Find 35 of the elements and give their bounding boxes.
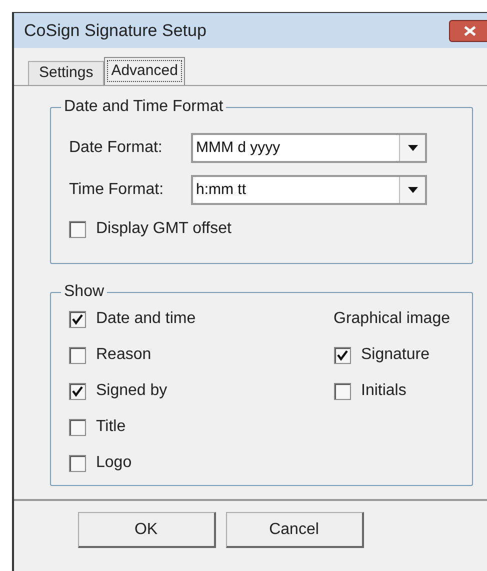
checkbox-label: Initials xyxy=(361,381,406,401)
checkbox[interactable] xyxy=(69,454,86,472)
checkbox-label: Signed by xyxy=(96,381,168,401)
dialog-button[interactable]: Cancel xyxy=(226,512,364,548)
checkbox[interactable] xyxy=(334,346,351,364)
checkbox-label: Date and time xyxy=(96,309,196,329)
checkbox[interactable] xyxy=(69,418,86,436)
checkbox[interactable] xyxy=(69,310,86,328)
checkmark-icon xyxy=(337,350,348,360)
checkbox-label: Title xyxy=(96,417,126,437)
field-label: Date Format: xyxy=(69,138,164,158)
dropdown-value: MMM d yyyy xyxy=(195,138,282,158)
dropdown-arrow-icon xyxy=(408,187,418,193)
dialog-button[interactable]: OK xyxy=(78,512,216,548)
checkbox[interactable] xyxy=(69,346,86,364)
checkbox-label: Signature xyxy=(361,345,430,365)
checkbox-label: Display GMT offset xyxy=(96,219,232,239)
section-label: Graphical image xyxy=(334,309,450,329)
checkbox[interactable] xyxy=(334,382,351,400)
tab[interactable]: Settings xyxy=(28,61,104,85)
checkbox[interactable] xyxy=(69,382,86,400)
checkbox-label: Reason xyxy=(96,345,152,365)
close-button[interactable] xyxy=(449,20,487,42)
dropdown[interactable]: h:mm tt xyxy=(191,175,427,205)
checkbox-label: Logo xyxy=(96,453,132,473)
dropdown-value: h:mm tt xyxy=(195,180,248,200)
checkmark-icon xyxy=(72,386,83,396)
checkbox[interactable] xyxy=(69,220,86,238)
tab[interactable]: Advanced xyxy=(104,57,185,85)
dropdown[interactable]: MMM d yyyy xyxy=(191,133,427,163)
dropdown-arrow-icon xyxy=(408,145,418,151)
checkmark-icon xyxy=(72,314,83,324)
field-label: Time Format: xyxy=(69,180,165,200)
close-icon xyxy=(464,26,476,36)
window-title: CoSign Signature Setup xyxy=(24,20,206,42)
